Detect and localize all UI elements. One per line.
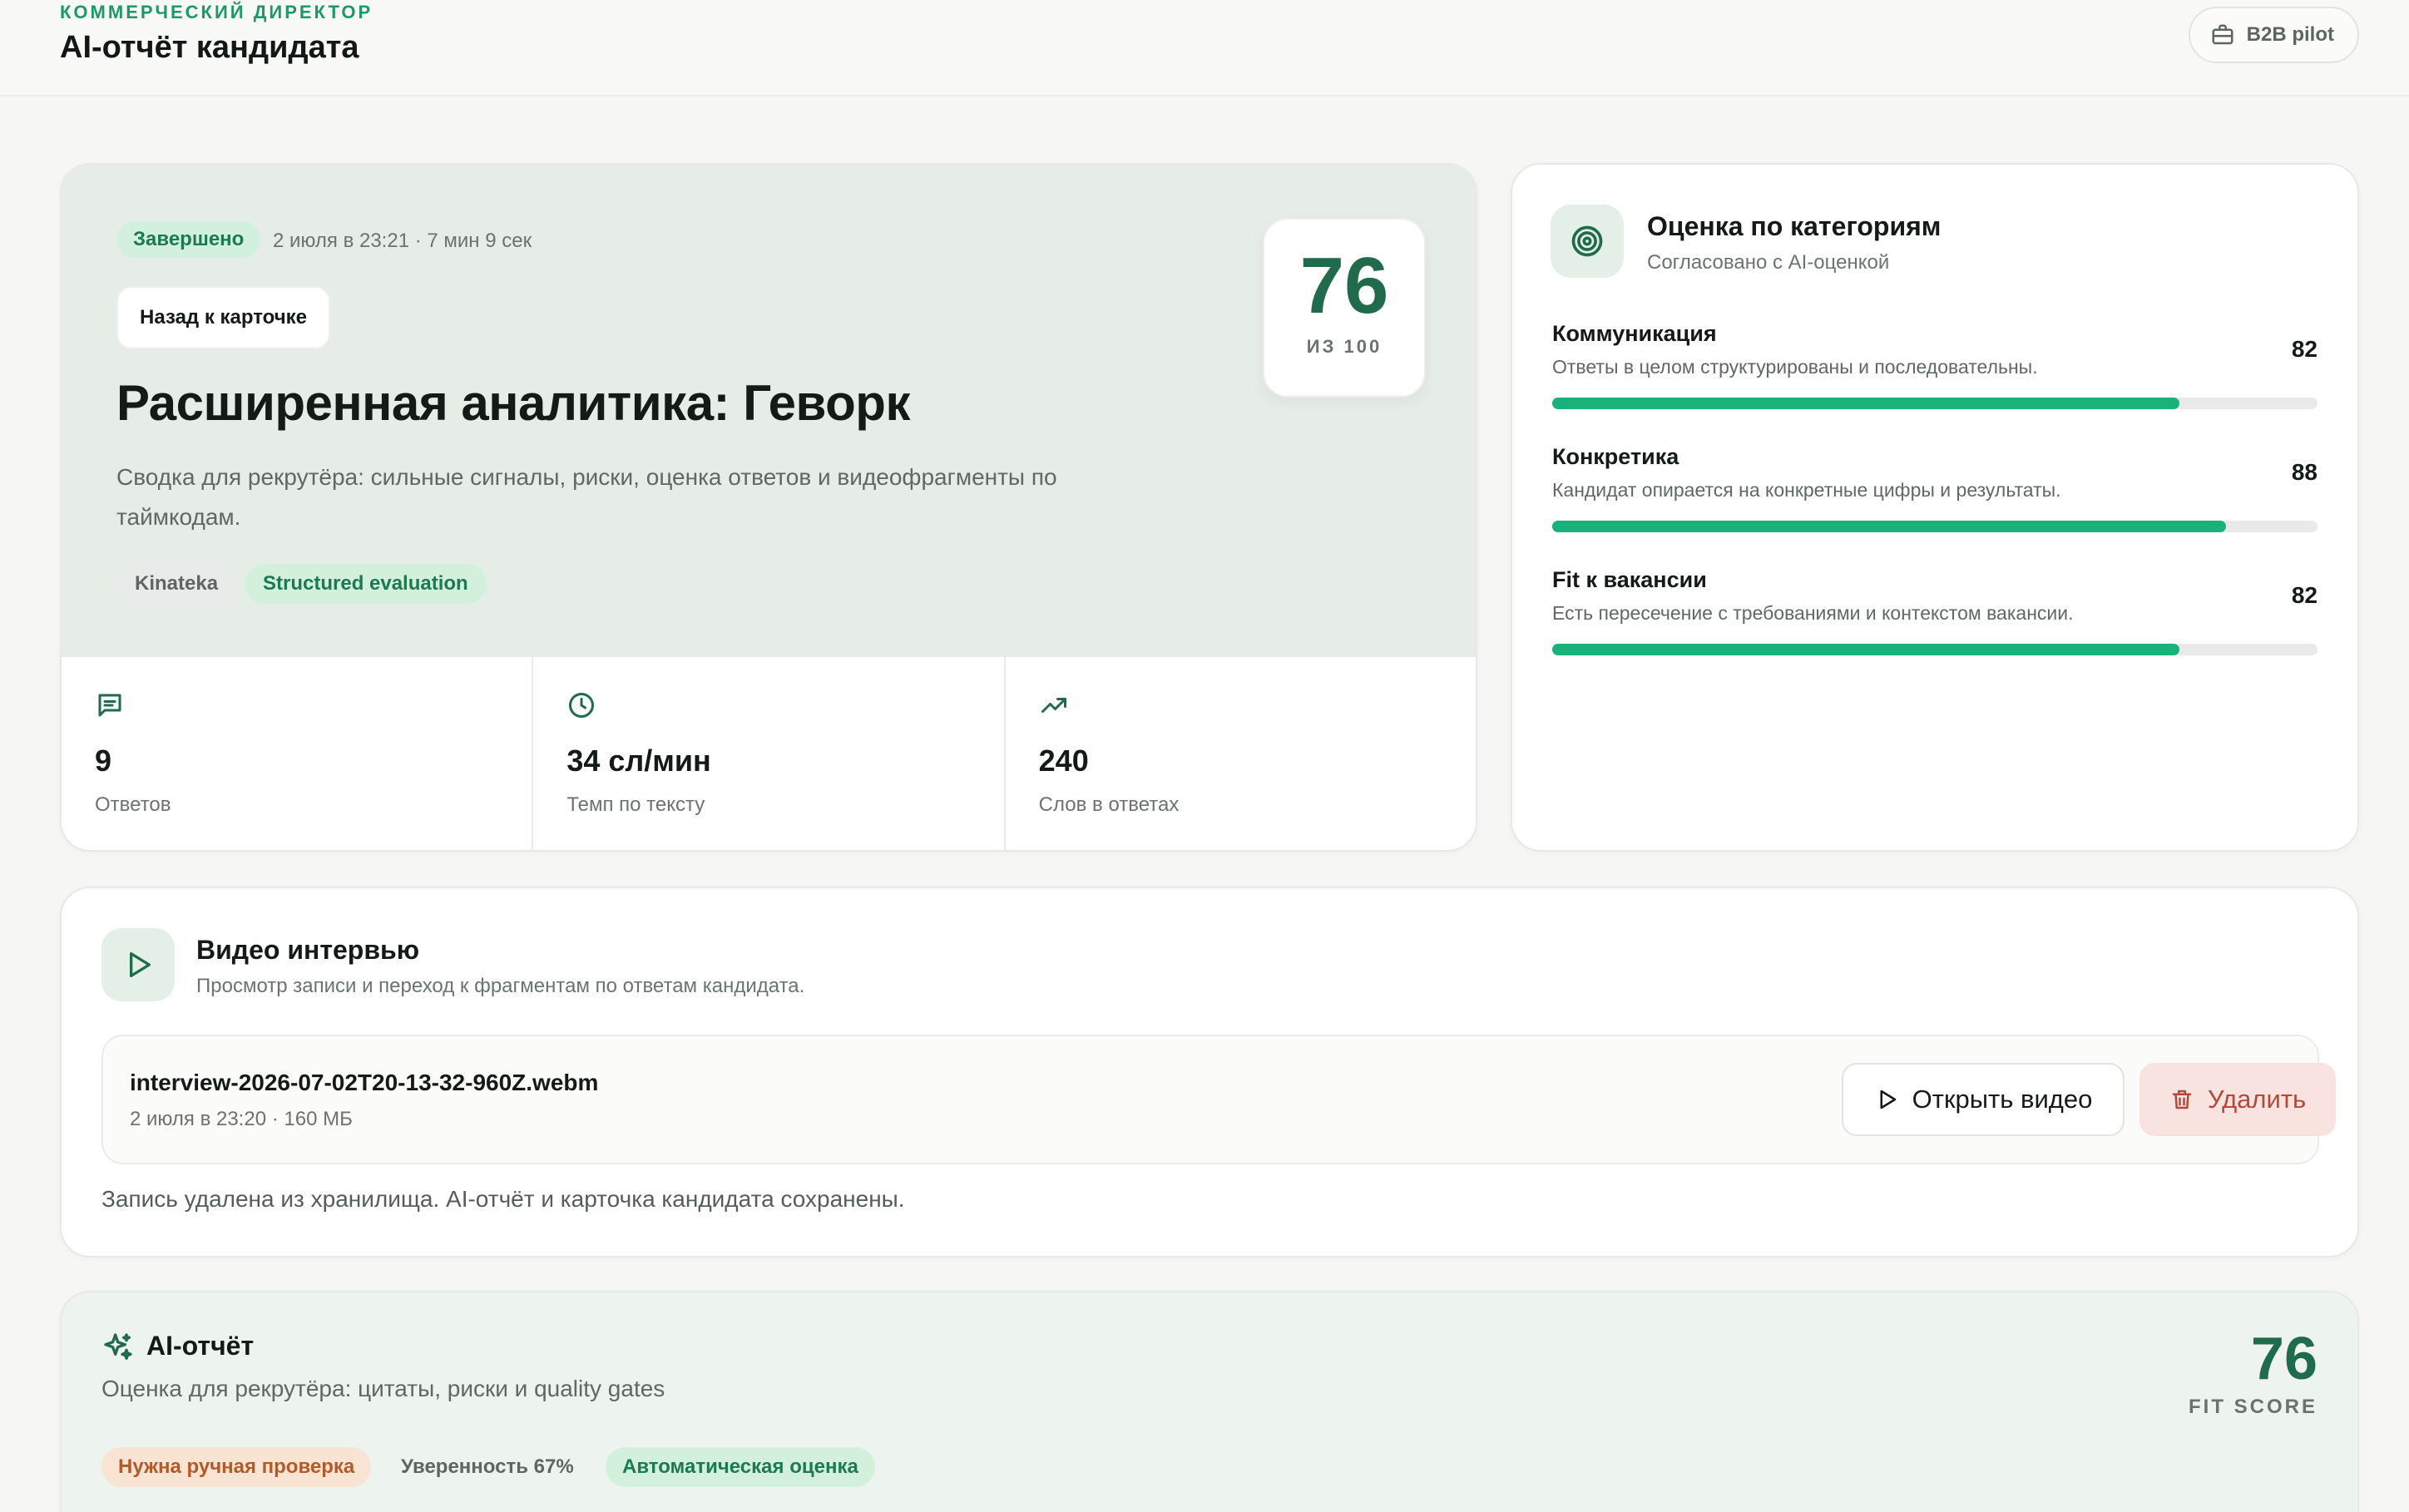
stat-value: 34 сл/мин bbox=[566, 744, 711, 778]
overall-score-value: 76 bbox=[1299, 241, 1389, 330]
analytics-description: Сводка для рекрутёра: сильные сигналы, р… bbox=[116, 464, 1057, 530]
play-icon bbox=[101, 928, 175, 1001]
open-video-label: Открыть видео bbox=[1912, 1085, 2093, 1114]
ai-report-title: AI-отчёт bbox=[146, 1331, 255, 1361]
video-subtitle: Просмотр записи и переход к фрагментам п… bbox=[196, 975, 805, 997]
stat-label: Ответов bbox=[95, 793, 171, 816]
chat-icon bbox=[98, 694, 121, 717]
stat-value: 240 bbox=[1038, 744, 1089, 778]
stat-value: 9 bbox=[95, 744, 112, 778]
pilot-label: B2B pilot bbox=[2246, 23, 2334, 46]
category-scores-card: Оценка по категориям Согласовано с AI-оц… bbox=[1511, 163, 2359, 852]
video-title: Видео интервью bbox=[196, 935, 420, 965]
clock-icon bbox=[569, 693, 595, 718]
category-bar-fill bbox=[1552, 644, 2180, 655]
overall-score: 76 ИЗ 100 bbox=[1263, 218, 1426, 398]
stat-label: Темп по тексту bbox=[566, 793, 705, 816]
category-bar bbox=[1552, 521, 2317, 532]
fit-score-value: 76 bbox=[2250, 1326, 2317, 1392]
overall-score-max: ИЗ 100 bbox=[1306, 336, 1383, 357]
category-bar bbox=[1552, 398, 2317, 409]
delete-video-button[interactable]: Удалить bbox=[2139, 1063, 2336, 1136]
open-video-button[interactable]: Открыть видео bbox=[1842, 1063, 2125, 1136]
category-description: Есть пересечение с требованиями и контек… bbox=[1552, 602, 2074, 624]
video-interview-card: Видео интервью Просмотр записи и переход… bbox=[60, 887, 2359, 1258]
categories-title: Оценка по категориям bbox=[1647, 211, 1942, 241]
category-name: Коммуникация bbox=[1552, 321, 1717, 346]
candidate-summary-card: Завершено 2 июля в 23:21 · 7 мин 9 сек Н… bbox=[60, 163, 1477, 852]
stat-label: Слов в ответах bbox=[1038, 793, 1180, 816]
category-score: 88 bbox=[2291, 459, 2317, 485]
company-tag: Kinateka bbox=[116, 564, 237, 604]
video-file-row: interview-2026-07-02T20-13-32-960Z.webm … bbox=[101, 1035, 2336, 1164]
trash-icon bbox=[2172, 1090, 2192, 1109]
category-name: Fit к вакансии bbox=[1552, 567, 1707, 592]
category-bar-fill bbox=[1552, 521, 2226, 532]
ai-report-card: AI-отчёт Оценка для рекрутёра: цитаты, р… bbox=[60, 1291, 2359, 1512]
trend-up-icon bbox=[1041, 698, 1066, 713]
ai-report-subtitle: Оценка для рекрутёра: цитаты, риски и qu… bbox=[101, 1376, 665, 1401]
category-name: Конкретика bbox=[1552, 444, 1679, 469]
pilot-badge[interactable]: B2B pilot bbox=[2188, 7, 2359, 63]
back-to-card-button[interactable]: Назад к карточке bbox=[116, 286, 331, 349]
briefcase-icon bbox=[2212, 24, 2233, 45]
status-badge: Завершено bbox=[116, 221, 261, 258]
category-job-fit: Fit к вакансии Есть пересечение с требов… bbox=[1552, 567, 2317, 667]
auto-evaluation-badge: Автоматическая оценка bbox=[606, 1447, 875, 1487]
category-description: Ответы в целом структурированы и последо… bbox=[1552, 356, 2038, 378]
category-communication: Коммуникация Ответы в целом структуриров… bbox=[1552, 321, 2317, 421]
category-score: 82 bbox=[2291, 582, 2317, 608]
top-header: КОММЕРЧЕСКИЙ ДИРЕКТОР AI-отчёт кандидата… bbox=[0, 0, 2409, 96]
target-icon bbox=[1551, 205, 1624, 278]
sparkles-icon bbox=[104, 1333, 132, 1360]
category-bar bbox=[1552, 644, 2317, 655]
analytics-title: Расширенная аналитика: Геворк bbox=[116, 375, 910, 431]
evaluation-tag: Structured evaluation bbox=[245, 564, 487, 604]
page-title: AI-отчёт кандидата bbox=[60, 30, 359, 65]
delete-video-label: Удалить bbox=[2207, 1085, 2307, 1114]
video-file-meta: 2 июля в 23:20 · 160 МБ bbox=[130, 1108, 353, 1130]
category-specifics: Конкретика Кандидат опирается на конкрет… bbox=[1552, 444, 2317, 544]
candidate-role: КОММЕРЧЕСКИЙ ДИРЕКТОР bbox=[60, 2, 373, 22]
category-description: Кандидат опирается на конкретные цифры и… bbox=[1552, 479, 2061, 501]
confidence-badge: Уверенность 67% bbox=[401, 1455, 574, 1478]
play-icon bbox=[1880, 1090, 1896, 1109]
stat-words: 240 Слов в ответах bbox=[1006, 657, 1476, 850]
video-file-name: interview-2026-07-02T20-13-32-960Z.webm bbox=[130, 1070, 599, 1095]
stats-row: 9 Ответов 34 сл/мин Темп по тексту 240 С… bbox=[62, 657, 1476, 850]
page: КОММЕРЧЕСКИЙ ДИРЕКТОР AI-отчёт кандидата… bbox=[0, 0, 2409, 1512]
stat-answers: 9 Ответов bbox=[62, 657, 534, 850]
category-bar-fill bbox=[1552, 398, 2180, 409]
interview-meta: 2 июля в 23:21 · 7 мин 9 сек bbox=[273, 230, 532, 252]
video-deleted-note: Запись удалена из хранилища. AI-отчёт и … bbox=[101, 1186, 905, 1212]
manual-check-badge: Нужна ручная проверка bbox=[101, 1447, 372, 1487]
fit-score-label: FIT SCORE bbox=[2188, 1396, 2317, 1418]
stat-pace: 34 сл/мин Темп по тексту bbox=[533, 657, 1006, 850]
category-score: 82 bbox=[2291, 336, 2317, 362]
categories-subtitle: Согласовано с AI-оценкой bbox=[1647, 251, 1890, 274]
summary-header: Завершено 2 июля в 23:21 · 7 мин 9 сек Н… bbox=[62, 165, 1476, 657]
